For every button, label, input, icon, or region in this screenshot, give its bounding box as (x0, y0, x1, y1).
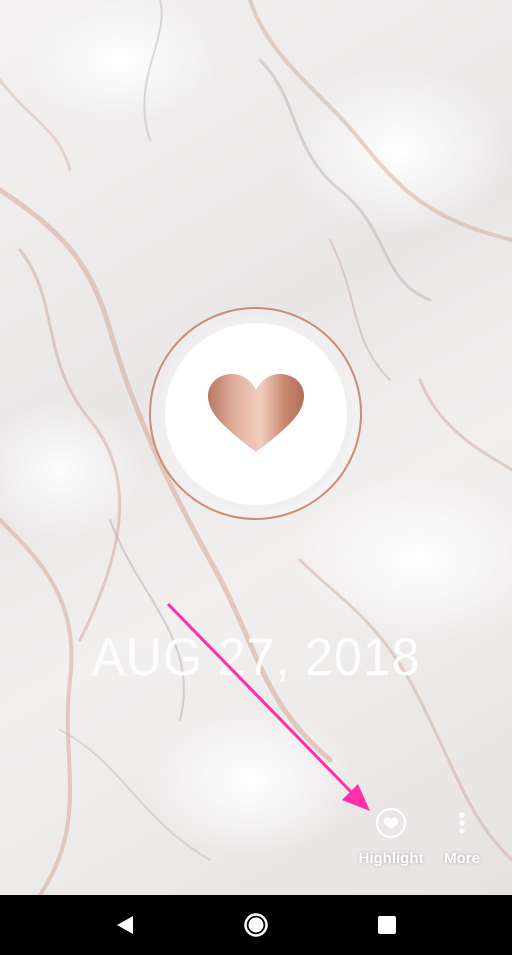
story-view[interactable]: AUG 27, 2018 Highlight More (0, 0, 512, 895)
nav-back-button[interactable] (105, 905, 145, 945)
highlight-cover-circle (149, 307, 362, 520)
system-navigation-bar (0, 895, 512, 955)
more-label: More (444, 850, 480, 867)
more-button[interactable]: More (437, 806, 487, 867)
heart-circle-icon (375, 807, 407, 839)
highlight-button[interactable]: Highlight (356, 806, 426, 867)
nav-recents-button[interactable] (367, 905, 407, 945)
rose-gold-heart-icon (207, 373, 304, 452)
more-vertical-icon (459, 812, 465, 834)
highlight-label: Highlight (358, 850, 424, 867)
back-triangle-icon (117, 916, 134, 934)
story-date-text: AUG 27, 2018 (91, 627, 421, 687)
recents-square-icon (377, 916, 396, 934)
nav-home-button[interactable] (236, 905, 276, 945)
home-circle-icon (244, 913, 268, 937)
highlight-cover-inner (158, 316, 353, 511)
